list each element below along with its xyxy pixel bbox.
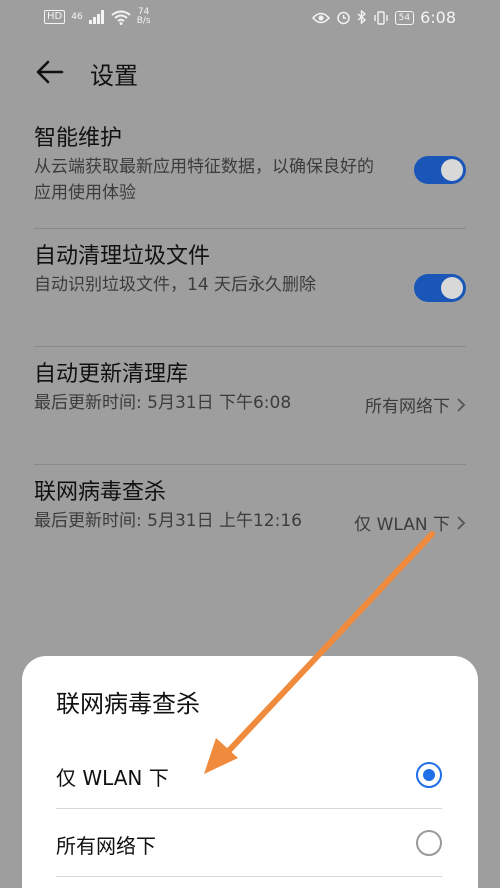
network-type: 46 bbox=[71, 12, 83, 22]
toggle-knob bbox=[441, 159, 463, 181]
vibrate-icon bbox=[373, 10, 388, 25]
wifi-icon bbox=[111, 10, 131, 25]
setting-auto-clean-junk[interactable]: 自动清理垃圾文件 自动识别垃圾文件，14 天后永久删除 bbox=[34, 242, 466, 298]
option-label: 所有网络下 bbox=[56, 834, 156, 858]
setting-subtitle: 自动识别垃圾文件，14 天后永久删除 bbox=[34, 275, 317, 295]
option-label: 仅 WLAN 下 bbox=[56, 766, 169, 790]
back-arrow-icon[interactable] bbox=[34, 58, 66, 86]
network-speed: 74 B/s bbox=[137, 8, 151, 26]
radio-selected[interactable] bbox=[416, 762, 442, 788]
toggle-knob bbox=[441, 277, 463, 299]
divider bbox=[34, 346, 466, 347]
battery-indicator: 54 bbox=[394, 10, 415, 25]
status-bar: HD 46 74 B/s 54 6:08 bbox=[0, 0, 500, 36]
value-label: 仅 WLAN 下 bbox=[354, 515, 450, 535]
eye-icon bbox=[311, 12, 330, 23]
divider bbox=[34, 464, 466, 465]
bluetooth-icon bbox=[357, 10, 366, 25]
page-title: 设置 bbox=[90, 62, 138, 90]
page-header: 设置 bbox=[0, 50, 500, 98]
bottom-sheet-dialog: 联网病毒查杀 仅 WLAN 下 所有网络下 bbox=[22, 656, 478, 888]
smart-maintenance-toggle[interactable] bbox=[414, 156, 466, 184]
divider bbox=[56, 876, 442, 877]
option-all-networks[interactable]: 所有网络下 bbox=[56, 820, 442, 868]
speed-unit: B/s bbox=[136, 16, 151, 26]
radio-unselected[interactable] bbox=[416, 830, 442, 856]
alarm-icon bbox=[336, 11, 350, 25]
setting-subtitle: 最后更新时间: 5月31日 下午6:08 bbox=[34, 393, 292, 413]
auto-update-value[interactable]: 所有网络下 bbox=[365, 392, 466, 417]
setting-subtitle: 从云端获取最新应用特征数据，以确保良好的应用使用体验 bbox=[34, 157, 374, 203]
setting-smart-maintenance[interactable]: 智能维护 从云端获取最新应用特征数据，以确保良好的应用使用体验 bbox=[34, 124, 466, 206]
dialog-title: 联网病毒查杀 bbox=[56, 690, 200, 718]
setting-title: 联网病毒查杀 bbox=[34, 480, 167, 505]
chevron-right-icon bbox=[457, 515, 466, 530]
divider bbox=[34, 228, 466, 229]
clock: 6:08 bbox=[420, 8, 456, 27]
divider bbox=[56, 808, 442, 809]
status-right: 54 6:08 bbox=[311, 8, 456, 27]
signal-icon bbox=[88, 10, 104, 24]
setting-title: 自动更新清理库 bbox=[34, 362, 189, 387]
value-label: 所有网络下 bbox=[365, 397, 450, 417]
auto-clean-toggle[interactable] bbox=[414, 274, 466, 302]
chevron-right-icon bbox=[457, 397, 466, 412]
setting-subtitle: 最后更新时间: 5月31日 上午12:16 bbox=[34, 511, 302, 531]
setting-title: 自动清理垃圾文件 bbox=[34, 244, 211, 269]
radio-dot bbox=[423, 769, 435, 781]
status-left: HD 46 74 B/s bbox=[44, 8, 151, 26]
option-wlan-only[interactable]: 仅 WLAN 下 bbox=[56, 752, 442, 800]
virus-scan-value[interactable]: 仅 WLAN 下 bbox=[354, 510, 466, 535]
setting-title: 智能维护 bbox=[34, 126, 123, 151]
hd-badge: HD bbox=[44, 10, 66, 24]
